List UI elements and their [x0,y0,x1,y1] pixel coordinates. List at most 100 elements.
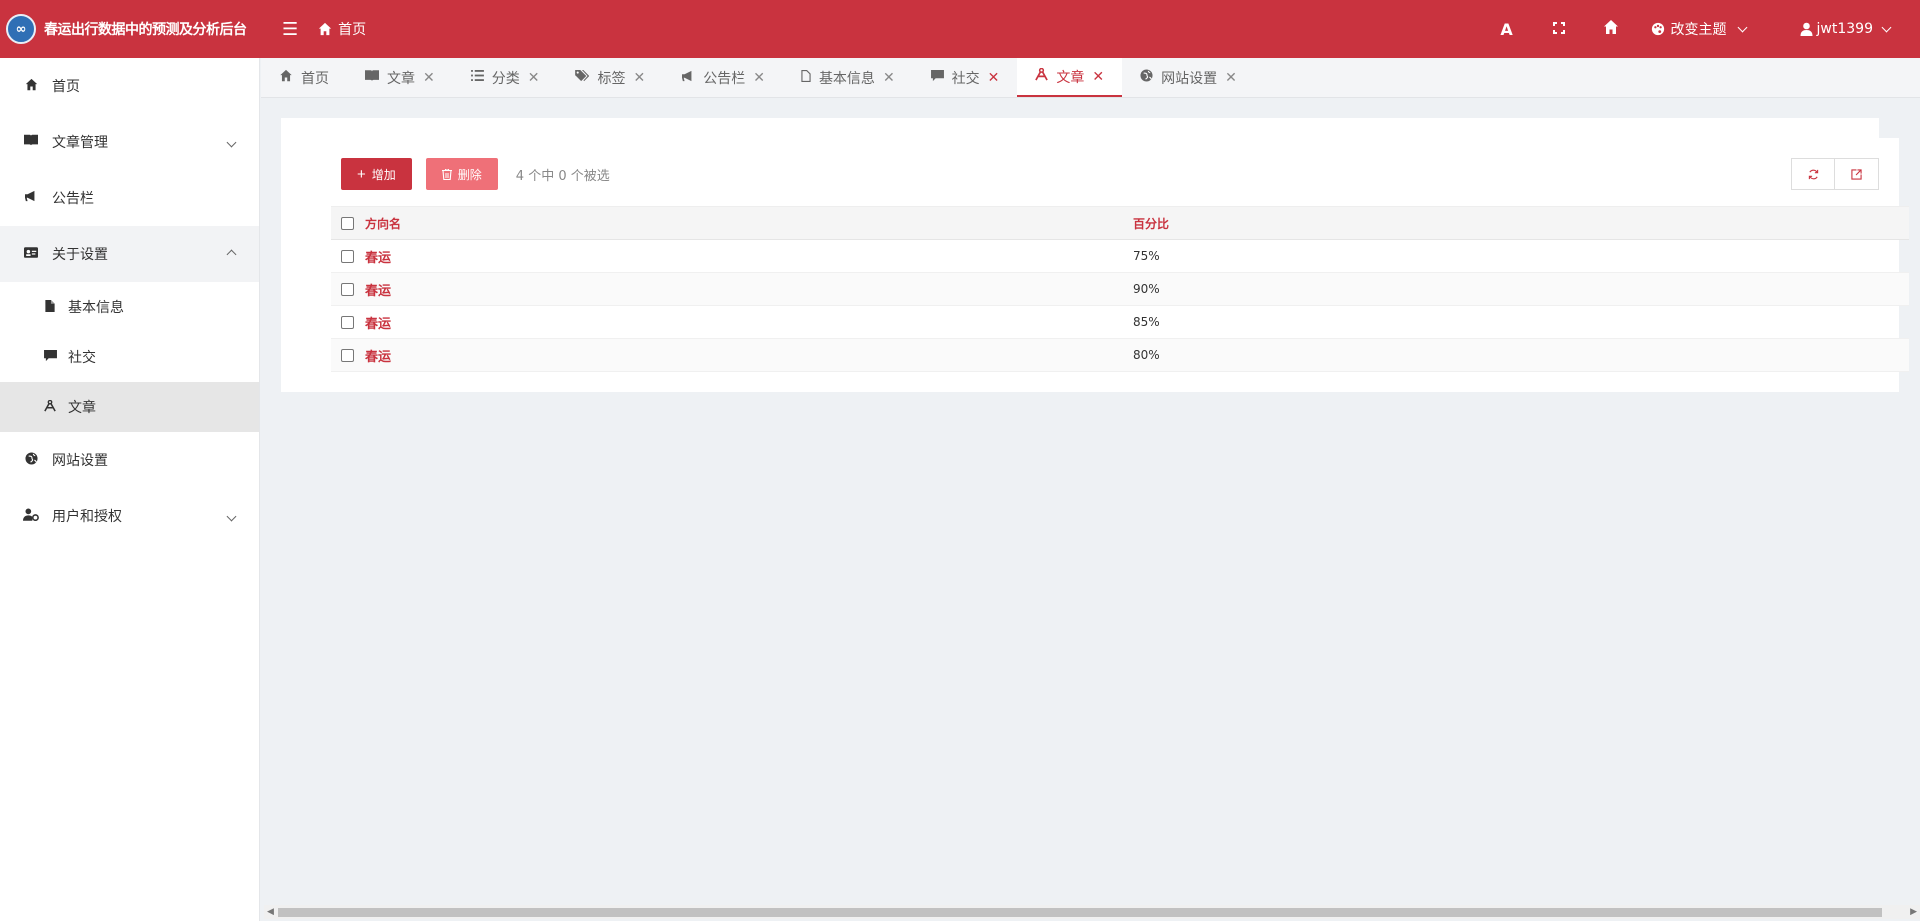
name-link[interactable]: 春运 [365,251,391,266]
selection-info: 4 个中 0 个被选 [515,168,610,184]
percent-cell: 80% [1133,338,1909,372]
close-icon[interactable]: ✕ [1225,70,1237,86]
sidebar-item-label: 文章管理 [52,135,108,151]
tab-categories[interactable]: 分类 ✕ [453,58,558,97]
row-checkbox[interactable] [341,250,354,263]
column-header-percent[interactable]: 百分比 [1133,206,1909,240]
select-all-cell [331,206,361,240]
refresh-icon [1808,169,1818,179]
percent-cell: 85% [1133,305,1909,339]
name-cell: 春运 [361,338,1133,372]
sidebar-item-about-settings[interactable]: 关于设置 [0,226,259,282]
select-all-checkbox[interactable] [341,217,354,230]
chevron-down-icon [1881,22,1892,32]
table-row: 春运 85% [331,305,1909,339]
sidebar-subitem-article[interactable]: 文章 [0,382,259,432]
home-shortcut-icon[interactable] [1585,19,1637,39]
export-button[interactable] [1835,158,1879,190]
trash-icon [441,168,452,180]
tab-bar: 首页 文章 ✕ 分类 ✕ 标签 ✕ 公告栏 ✕ 基本信息 ✕ 社交 ✕ 文章 ✕… [261,58,1920,98]
brand[interactable]: ∞ 春运出行数据中的预测及分析后台 [0,0,260,58]
tab-label: 公告栏 [703,70,746,87]
globe-icon [1140,69,1153,86]
username: jwt1399 [1816,21,1873,37]
home-icon [22,78,40,95]
bullhorn-icon [22,190,40,206]
sidebar-item-label: 公告栏 [52,191,94,207]
sidebar-item-bulletin[interactable]: 公告栏 [0,170,259,226]
row-checkbox-cell [331,239,361,273]
id-card-icon [22,246,40,262]
book-icon [365,70,379,85]
fullscreen-icon[interactable] [1533,20,1585,39]
name-link[interactable]: 春运 [365,284,391,299]
table-row: 春运 75% [331,239,1909,273]
add-button[interactable]: + 增加 [341,158,412,190]
menu-toggle-icon[interactable]: ☰ [282,19,298,40]
table-row: 春运 80% [331,338,1909,372]
theme-switcher[interactable]: 改变主题 [1651,19,1747,39]
row-checkbox[interactable] [341,316,354,329]
tab-label: 文章 [387,70,415,87]
row-checkbox-cell [331,272,361,306]
name-link[interactable]: 春运 [365,350,391,365]
sidebar-item-users-auth[interactable]: 用户和授权 [0,488,259,544]
row-checkbox[interactable] [341,349,354,362]
table-tools [1791,158,1879,190]
home-icon [319,22,332,36]
column-header-name[interactable]: 方向名 [361,206,1133,240]
scrollbar-thumb[interactable] [278,908,1882,917]
name-cell: 春运 [361,272,1133,306]
row-checkbox[interactable] [341,283,354,296]
comment-icon [42,349,58,365]
sidebar-subitem-label: 基本信息 [68,300,124,316]
tags-icon [575,69,590,86]
tab-label: 文章 [1056,69,1085,86]
chevron-down-icon [222,508,237,524]
file-icon [801,69,811,86]
tab-label: 基本信息 [818,70,875,87]
sidebar-item-article-management[interactable]: 文章管理 [0,114,259,170]
logo-icon: ∞ [6,14,36,44]
refresh-button[interactable] [1791,158,1835,190]
name-link[interactable]: 春运 [365,317,391,332]
close-icon[interactable]: ✕ [528,70,540,86]
scroll-left-icon[interactable]: ◀ [267,907,274,917]
tab-article-active[interactable]: 文章 ✕ [1017,58,1123,97]
tab-site-settings[interactable]: 网站设置 ✕ [1122,58,1255,97]
user-cog-icon [22,508,40,525]
close-icon[interactable]: ✕ [423,70,435,86]
top-home-link[interactable]: 首页 [318,19,366,39]
close-icon[interactable]: ✕ [1092,69,1104,85]
chevron-down-icon [222,134,237,150]
content-panel: + 增加 删除 4 个中 0 个被选 方向名 百分比 春运 75% 春运 90%… [281,118,1909,392]
palette-icon [1651,22,1664,36]
horizontal-scrollbar[interactable]: ◀ ▶ [264,905,1920,919]
close-icon[interactable]: ✕ [633,70,645,86]
tab-home[interactable]: 首页 [261,58,347,97]
plus-icon: + [357,165,366,183]
name-cell: 春运 [361,239,1133,273]
tab-basic-info[interactable]: 基本信息 ✕ [783,58,913,97]
comment-icon [930,69,944,86]
scroll-right-icon[interactable]: ▶ [1910,907,1917,917]
close-icon[interactable]: ✕ [753,70,765,86]
tab-tags[interactable]: 标签 ✕ [557,58,663,97]
sidebar-subitem-basic-info[interactable]: 基本信息 [0,282,259,332]
sidebar-subitem-social[interactable]: 社交 [0,332,259,382]
tab-social[interactable]: 社交 ✕ [913,58,1018,97]
compass-icon [1035,67,1049,85]
sidebar-item-label: 关于设置 [52,247,108,263]
close-icon[interactable]: ✕ [883,70,895,86]
user-menu[interactable]: jwt1399 [1800,21,1892,37]
tab-articles[interactable]: 文章 ✕ [347,58,453,97]
chevron-down-icon [1737,22,1747,32]
tab-bulletin[interactable]: 公告栏 ✕ [663,58,783,97]
delete-button[interactable]: 删除 [425,158,498,190]
compass-icon [42,399,58,415]
sidebar-item-home[interactable]: 首页 [0,58,259,114]
close-icon[interactable]: ✕ [988,70,1000,86]
sidebar: 首页 文章管理 公告栏 关于设置 基本信息 社交 文章 网站设置 用户和授权 [0,58,260,921]
font-size-icon[interactable]: A [1481,20,1533,39]
sidebar-item-site-settings[interactable]: 网站设置 [0,432,259,488]
